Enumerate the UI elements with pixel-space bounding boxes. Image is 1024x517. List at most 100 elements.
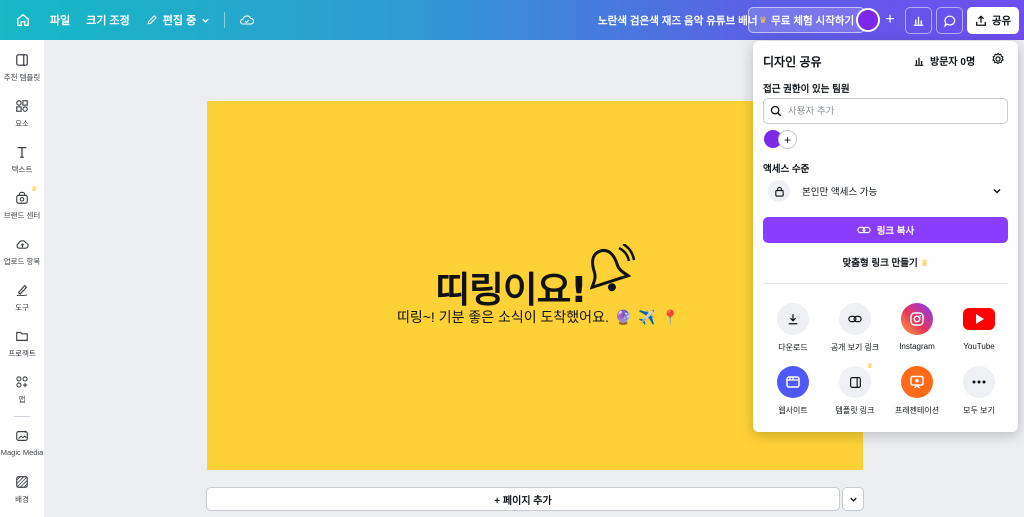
bar-chart-icon	[914, 57, 924, 66]
sidebar-item-text[interactable]: 텍스트	[0, 145, 44, 175]
download-option[interactable]: 다운로드	[762, 303, 824, 353]
add-people-input[interactable]	[788, 105, 988, 117]
presentation-icon	[901, 366, 933, 398]
search-icon	[770, 105, 782, 117]
sidebar-item-label: 브랜드 센터	[3, 211, 41, 220]
lock-icon	[768, 180, 790, 202]
instagram-label: Instagram	[899, 342, 935, 351]
gear-icon[interactable]	[991, 52, 1005, 66]
visitors-count[interactable]: 방문자 0명	[913, 53, 975, 68]
plus-icon: +	[885, 11, 895, 28]
sidebar-item-draw[interactable]: 도구	[0, 283, 44, 313]
website-label: 웹사이트	[778, 406, 808, 415]
background-icon	[16, 476, 28, 488]
sidebar-item-label: 앱	[18, 395, 26, 404]
sidebar-item-label: 도구	[15, 303, 29, 312]
public-view-link-option[interactable]: 공개 보기 링크	[824, 303, 886, 353]
sidebar-item-label: 요소	[15, 119, 29, 128]
chevron-down-icon	[849, 497, 857, 502]
upload-share-icon	[975, 14, 986, 26]
start-trial-label: 무료 체험 시작하기	[771, 14, 855, 27]
crown-icon: ♛	[866, 363, 873, 370]
editing-mode-dropdown[interactable]: 편집 중	[138, 6, 218, 34]
sidebar-item-label: Magic Media	[0, 448, 44, 457]
crown-icon: ♛	[920, 258, 929, 268]
access-level-value: 본인만 액세스 가능	[802, 187, 878, 198]
sidebar-item-uploads[interactable]: 업로드 항목	[0, 237, 44, 267]
sidebar-item-brand[interactable]: ♛ 브랜드 센터	[0, 186, 44, 221]
template-link-icon: ♛	[839, 363, 873, 398]
crown-icon: ♛	[759, 14, 768, 25]
file-menu[interactable]: 파일	[42, 6, 78, 34]
sidebar-item-apps[interactable]: 앱	[0, 375, 44, 405]
share-button[interactable]: 공유	[967, 7, 1019, 34]
file-menu-label: 파일	[50, 15, 71, 27]
crystal-ball-icon: 🔮	[614, 309, 633, 325]
public-view-link-label: 공개 보기 링크	[830, 343, 880, 352]
sidebar-item-templates[interactable]: 추천 템플릿	[0, 53, 44, 83]
youtube-option[interactable]: YouTube	[948, 303, 1010, 351]
presentation-label: 프레젠테이션	[894, 406, 940, 415]
custom-link-label: 맞춤형 링크 만들기	[842, 258, 918, 269]
see-all-label: 모두 보기	[963, 406, 995, 415]
pencil-icon	[147, 15, 157, 25]
team-access-label: 접근 권한이 있는 팀원	[763, 84, 850, 95]
elements-icon	[16, 100, 28, 112]
canvas-subline[interactable]: 띠링~! 기분 좋은 소식이 도착했어요. 🔮 ✈️ 📍	[397, 307, 679, 327]
sidebar-item-label: 추천 템플릿	[3, 73, 41, 82]
cloud-check-icon	[240, 15, 255, 25]
presentation-option[interactable]: 프레젠테이션	[886, 366, 948, 416]
add-people-field[interactable]	[763, 98, 1008, 124]
access-level-dropdown[interactable]: 본인만 액세스 가능	[763, 177, 1008, 205]
chevron-down-icon	[202, 18, 209, 23]
see-all-option[interactable]: 모두 보기	[948, 366, 1010, 416]
document-title[interactable]: 노란색 검은색 재즈 음악 유튜브 배너	[598, 13, 758, 28]
add-member-button[interactable]: +	[778, 130, 797, 149]
website-icon	[777, 366, 809, 398]
add-collaborator-button[interactable]: +	[880, 10, 900, 30]
brand-icon	[16, 191, 28, 204]
magic-media-icon	[16, 429, 28, 441]
bell-icon[interactable]	[579, 244, 635, 300]
canvas-headline[interactable]: 띠링이요!	[435, 261, 587, 313]
crown-icon: ♛	[31, 186, 38, 193]
comments-button[interactable]	[936, 7, 963, 34]
sidebar-item-elements[interactable]: 요소	[0, 99, 44, 129]
template-link-option[interactable]: ♛ 템플릿 링크	[824, 363, 886, 416]
sidebar-item-magic-media[interactable]: Magic Media	[0, 429, 44, 457]
template-link-label: 템플릿 링크	[835, 406, 875, 415]
toolbar-divider	[224, 12, 226, 28]
share-panel-title: 디자인 공유	[763, 55, 822, 69]
page-options-button[interactable]	[842, 487, 864, 511]
user-avatar[interactable]	[856, 8, 880, 32]
cloud-save-status[interactable]	[231, 6, 263, 34]
instagram-option[interactable]: Instagram	[886, 303, 948, 351]
copy-link-button[interactable]: 링크 복사	[763, 217, 1008, 243]
add-page-button[interactable]: + 페이지 추가	[206, 487, 840, 511]
download-icon	[777, 303, 809, 335]
comment-icon	[943, 15, 955, 28]
start-trial-button[interactable]: ♛ 무료 체험 시작하기	[748, 7, 866, 33]
sidebar-item-background[interactable]: 배경	[0, 475, 44, 505]
instagram-icon	[901, 303, 933, 335]
chevron-down-icon	[993, 188, 1001, 194]
share-label: 공유	[991, 15, 1012, 27]
sidebar-item-projects[interactable]: 프로젝트	[0, 329, 44, 359]
home-button[interactable]	[12, 9, 34, 31]
apps-icon	[16, 376, 28, 388]
canvas-subline-text: 띠링~! 기분 좋은 소식이 도착했어요.	[397, 309, 609, 325]
panel-divider	[763, 283, 1008, 284]
folder-icon	[16, 331, 28, 341]
resize-menu[interactable]: 크기 조정	[78, 6, 138, 34]
access-level-label: 액세스 수준	[763, 164, 810, 175]
sidebar-divider	[14, 416, 30, 417]
share-panel: 디자인 공유 방문자 0명 접근 권한이 있는 팀원 + 액세스 수준 본인만 …	[753, 41, 1018, 432]
sidebar-item-label: 배경	[15, 495, 29, 504]
top-bar: 파일 크기 조정 편집 중 노란색 검은색 재즈 음악 유튜브 배너 ♛ 무료 …	[0, 0, 1024, 40]
website-option[interactable]: 웹사이트	[762, 366, 824, 416]
resize-menu-label: 크기 조정	[86, 15, 130, 27]
custom-link-button[interactable]: 맞춤형 링크 만들기 ♛	[753, 255, 1018, 269]
insights-button[interactable]	[905, 7, 932, 34]
youtube-icon	[963, 303, 995, 335]
pin-icon: 📍	[661, 309, 680, 325]
